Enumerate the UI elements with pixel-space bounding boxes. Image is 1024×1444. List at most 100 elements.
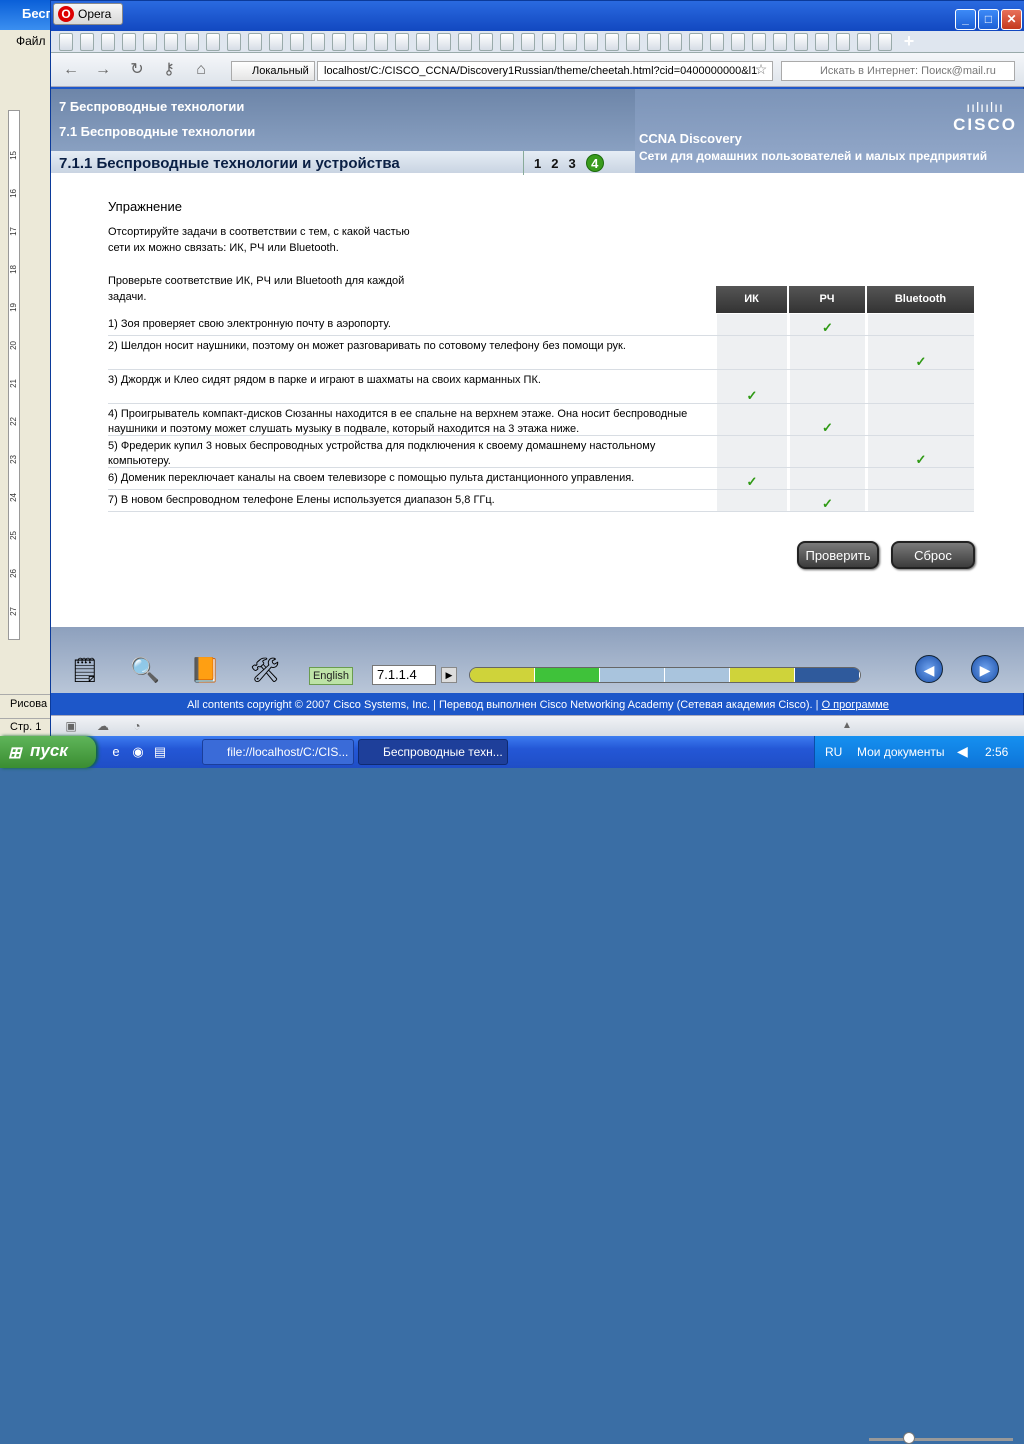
progress-segment[interactable] (730, 668, 795, 682)
answer-cell[interactable] (716, 336, 787, 369)
answer-cell[interactable] (867, 370, 974, 403)
language-button[interactable]: English (309, 667, 353, 685)
browser-tab[interactable] (668, 33, 682, 51)
answer-cell[interactable] (716, 404, 787, 435)
answer-cell[interactable]: ✓ (716, 468, 787, 489)
tray-arrow-icon[interactable]: ◀ (957, 743, 968, 760)
browser-tab[interactable] (710, 33, 724, 51)
about-link[interactable]: О программе (822, 699, 889, 711)
zoom-slider-knob[interactable] (903, 1432, 915, 1444)
browser-tab[interactable] (185, 33, 199, 51)
browser-tab[interactable] (59, 33, 73, 51)
browser-tab[interactable] (269, 33, 283, 51)
browser-tab[interactable] (731, 33, 745, 51)
browser-tab[interactable] (374, 33, 388, 51)
book-icon[interactable]: 📙 (177, 649, 233, 693)
bookmark-star-icon[interactable]: ☆ (751, 61, 771, 81)
check-button[interactable]: Проверить (797, 541, 879, 569)
browser-tab[interactable] (353, 33, 367, 51)
chrome-icon[interactable]: ◉ (130, 744, 146, 760)
zoom-slider[interactable] (869, 1438, 1013, 1441)
browser-tab[interactable] (647, 33, 661, 51)
answer-cell[interactable]: ✓ (867, 336, 974, 369)
browser-tab[interactable] (500, 33, 514, 51)
progress-segment[interactable] (600, 668, 665, 682)
browser-tab[interactable] (794, 33, 808, 51)
browser-tab[interactable] (584, 33, 598, 51)
my-documents-label[interactable]: Мои документы (857, 745, 944, 759)
browser-tab[interactable] (290, 33, 304, 51)
progress-segment[interactable] (665, 668, 730, 682)
notes-icon[interactable]: 🗒 (57, 649, 113, 693)
answer-cell[interactable] (716, 314, 787, 335)
answer-cell[interactable] (867, 404, 974, 435)
opera-menu-button[interactable]: O Opera (53, 3, 123, 25)
answer-cell[interactable] (789, 336, 865, 369)
browser-tab[interactable] (836, 33, 850, 51)
close-button[interactable]: ✕ (1001, 9, 1022, 30)
browser-tab[interactable] (311, 33, 325, 51)
page-tab-2[interactable]: 2 (551, 156, 558, 171)
browser-tab[interactable] (521, 33, 535, 51)
answer-cell[interactable] (867, 468, 974, 489)
browser-tab[interactable] (605, 33, 619, 51)
answer-cell[interactable] (789, 468, 865, 489)
progress-segment[interactable] (795, 668, 860, 682)
answer-cell[interactable] (867, 490, 974, 511)
answer-cell[interactable]: ✓ (716, 370, 787, 403)
page-number-input[interactable]: 7.1.1.4 (372, 665, 436, 685)
reset-button[interactable]: Сброс (891, 541, 975, 569)
browser-tab[interactable] (773, 33, 787, 51)
speed-icon[interactable]: ◔ (127, 717, 147, 735)
answer-cell[interactable]: ✓ (789, 490, 865, 511)
panel-icon[interactable]: ▣ (61, 717, 81, 735)
zoom-arrow-icon[interactable]: ▲ (837, 717, 857, 735)
answer-cell[interactable]: ✓ (789, 314, 865, 335)
browser-tab[interactable] (857, 33, 871, 51)
forward-icon[interactable]: → (93, 61, 113, 79)
answer-cell[interactable]: ✓ (867, 436, 974, 467)
location-badge[interactable]: Локальный (231, 61, 315, 81)
browser-tab[interactable] (395, 33, 409, 51)
magnifier-icon[interactable]: 🔍 (117, 649, 173, 693)
previous-page-icon[interactable]: ◀ (915, 655, 943, 683)
browser-tab[interactable] (248, 33, 262, 51)
minimize-button[interactable]: _ (955, 9, 976, 30)
ie-icon[interactable]: e (108, 744, 124, 760)
lang-indicator[interactable]: RU (825, 745, 842, 759)
browser-tab[interactable] (752, 33, 766, 51)
browser-tab[interactable] (143, 33, 157, 51)
browser-tab[interactable] (332, 33, 346, 51)
back-icon[interactable]: ← (61, 61, 81, 79)
answer-cell[interactable] (716, 436, 787, 467)
task-opera[interactable]: file://localhost/C:/CIS... (202, 739, 354, 765)
browser-tab[interactable] (626, 33, 640, 51)
browser-tab[interactable] (878, 33, 892, 51)
page-tab-1[interactable]: 1 (534, 156, 541, 171)
maximize-button[interactable]: □ (978, 9, 999, 30)
browser-tab[interactable] (206, 33, 220, 51)
go-page-icon[interactable]: ▶ (441, 667, 457, 683)
progress-bar[interactable] (469, 667, 861, 683)
new-tab-icon[interactable]: + (899, 32, 919, 50)
browser-tab[interactable] (416, 33, 430, 51)
browser-tab[interactable] (164, 33, 178, 51)
page-tab-3[interactable]: 3 (568, 156, 575, 171)
reload-icon[interactable]: ↻ (127, 61, 147, 79)
answer-cell[interactable] (867, 314, 974, 335)
answer-cell[interactable] (789, 436, 865, 467)
browser-tab[interactable] (227, 33, 241, 51)
browser-tab[interactable] (542, 33, 556, 51)
search-input[interactable]: Искать в Интернет: Поиск@mail.ru (781, 61, 1015, 81)
task-word[interactable]: Беспроводные техн... (358, 739, 508, 765)
tools-icon[interactable]: 🛠 (237, 649, 293, 693)
browser-tab[interactable] (689, 33, 703, 51)
home-icon[interactable]: ⌂ (191, 61, 211, 79)
browser-tab[interactable] (101, 33, 115, 51)
start-button[interactable]: ⊞ пуск (0, 736, 96, 768)
key-icon[interactable]: ⚷ (159, 61, 179, 79)
url-field[interactable]: localhost/C:/CISCO_CCNA/Discovery1Russia… (317, 61, 773, 81)
page-tab-4[interactable]: 4 (585, 154, 604, 172)
next-page-icon[interactable]: ▶ (971, 655, 999, 683)
browser-tab[interactable] (458, 33, 472, 51)
